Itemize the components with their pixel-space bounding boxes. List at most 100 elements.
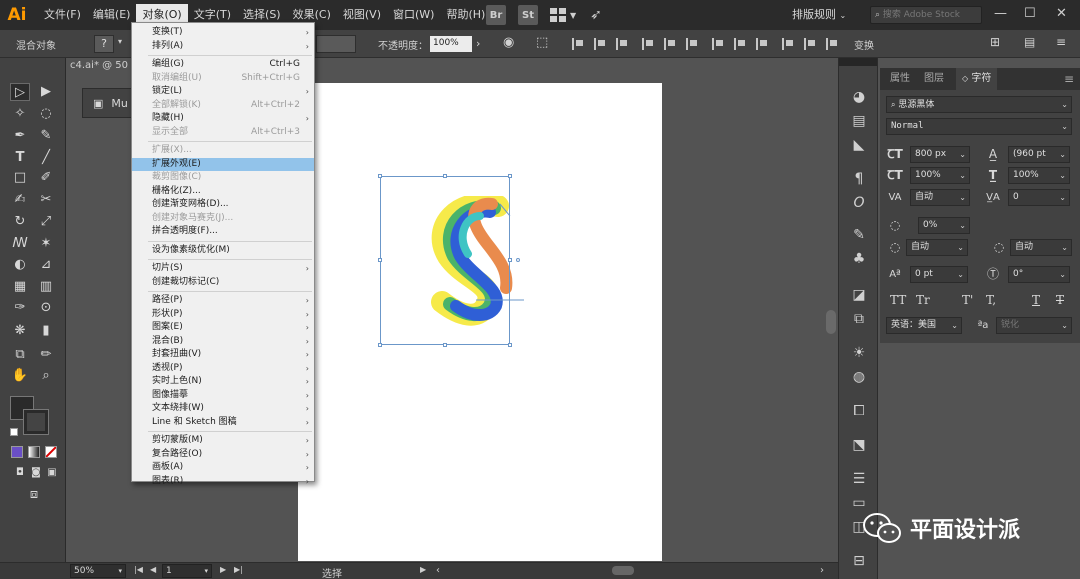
paintbrush-tool-icon[interactable]: ✐ [36,169,56,187]
symbol-sprayer-icon[interactable]: ❋ [10,322,30,340]
menu-option[interactable]: 设为像素级优化(M) [132,244,314,258]
menu-option[interactable]: 图像描摹 › [132,389,314,403]
color-panel-icon[interactable]: ◕ [849,88,869,106]
menu-item[interactable]: 文件(F) [38,4,87,26]
blend-tool-icon[interactable]: ⊙ [36,299,56,317]
align-middle-icon[interactable] [664,38,676,50]
font-family-select[interactable]: ⌕ 思源黑体 ⌄ [886,96,1072,113]
type-tool-icon[interactable]: T [10,149,30,167]
menu-item[interactable]: 视图(V) [337,4,387,26]
scroll-left-icon[interactable]: ‹ [436,565,440,576]
underline-icon[interactable]: T [1032,293,1040,307]
stock-button[interactable]: St [518,5,538,25]
align-panel-icon[interactable]: ☰ [849,470,869,488]
align-center-icon[interactable] [594,38,606,50]
menu-option[interactable]: 拼合透明度(F)... [132,225,314,239]
status-menu-icon[interactable]: ▶ [420,565,426,574]
menu-option[interactable]: 全部解锁(K) Alt+Ctrl+2 [132,99,314,113]
libraries-panel-icon[interactable]: ⧉ [849,310,869,328]
menu-option[interactable]: 剪切蒙版(M) › [132,434,314,448]
distribute-left-icon[interactable] [782,38,794,50]
shape-builder-icon[interactable]: ◐ [10,256,30,274]
bounding-box[interactable] [380,176,510,345]
baseline-shift-input[interactable]: 0 pt ⌄ [910,266,968,283]
menu-option[interactable]: 画板(A) › [132,461,314,475]
chevron-right-icon[interactable]: › [476,37,480,50]
scale-tool-icon[interactable]: ⤢ [36,213,56,231]
panel-icon[interactable]: ▣ [93,97,103,110]
menu-option[interactable]: 复合路径(O) › [132,448,314,462]
menu-option[interactable]: 形状(P) › [132,308,314,322]
subscript-icon[interactable]: T, [986,293,996,307]
distribute-right-icon[interactable] [826,38,838,50]
horizontal-scale-input[interactable]: 100% ⌄ [1008,167,1070,184]
menu-option[interactable]: 实时上色(N) › [132,375,314,389]
superscript-icon[interactable]: T' [962,293,973,307]
vertical-scrollbar[interactable] [826,310,836,334]
all-caps-icon[interactable]: TT [890,293,906,307]
minimize-button[interactable]: — [994,6,1007,21]
rocket-icon[interactable]: ➶ [590,7,602,23]
menu-option[interactable]: 取消编组(U) Shift+Ctrl+G [132,72,314,86]
mesh-tool-icon[interactable]: ▦ [10,278,30,296]
rectangle-tool-icon[interactable]: □ [10,169,30,187]
screen-mode-icon[interactable]: ⧈ [24,486,44,504]
strikethrough-icon[interactable]: T [1056,293,1064,307]
tab-character[interactable]: ◇ 字符 [956,68,998,90]
panel-menu-icon[interactable]: ≡ [1056,35,1066,49]
opacity-input[interactable]: 100% [430,36,472,52]
gradient-tool-icon[interactable]: ▥ [36,278,56,296]
bbox-handle[interactable] [508,343,512,347]
menu-option[interactable]: 变换(T) › [132,26,314,40]
menu-option[interactable]: 路径(P) › [132,294,314,308]
tracking-input[interactable]: 0 ⌄ [1008,189,1070,206]
align-right-icon[interactable] [616,38,628,50]
distribute-middle-icon[interactable] [734,38,746,50]
tab-properties[interactable]: 属性 [884,68,916,90]
scroll-right-icon[interactable]: › [820,565,824,576]
graphic-styles-icon[interactable]: ◪ [849,286,869,304]
menu-option[interactable]: 扩展(X)... [132,144,314,158]
paragraph-panel-icon[interactable]: ¶ [849,170,869,188]
asset-export-icon[interactable]: ⬔ [849,436,869,454]
draw-inside-icon[interactable]: ▣ [42,464,62,482]
artboard-tool-icon[interactable]: ⧉ [10,346,30,364]
workspace-switcher[interactable]: 排版规则 ⌄ [792,6,846,22]
bbox-handle[interactable] [378,343,382,347]
direct-selection-tool-icon[interactable]: ▶ [36,83,56,101]
rotate-tool-icon[interactable]: ↻ [10,213,30,231]
none-mode-icon[interactable] [45,446,57,458]
links-panel-icon[interactable]: ⊟ [849,552,869,570]
maximize-button[interactable]: ☐ [1024,6,1036,21]
font-size-input[interactable]: 800 px ⌄ [910,146,970,163]
align-to-icon[interactable]: ⬚ [536,35,548,50]
hand-tool-icon[interactable]: ✋ [10,367,30,385]
menu-item[interactable]: 帮助(H) [440,4,491,26]
tsume-input[interactable]: 0% ⌄ [918,217,970,234]
artboards-panel-icon[interactable]: ⧠ [849,402,869,420]
document-tab[interactable]: c4.ai* @ 50 [70,60,128,71]
kerning-input[interactable]: 自动 ⌄ [910,189,970,206]
gradient-panel-icon[interactable]: ◣ [849,136,869,154]
bbox-handle[interactable] [508,174,512,178]
appearance-panel-icon[interactable]: ☀ [849,344,869,362]
aki-left-select[interactable]: 自动 ⌄ [906,239,968,256]
bridge-button[interactable]: Br [486,5,506,25]
align-top-icon[interactable] [642,38,654,50]
menu-option[interactable]: 裁剪图像(C) [132,171,314,185]
shaper-tool-icon[interactable]: ✍ [10,191,30,209]
stroke-swatch[interactable] [23,409,49,435]
isolate-icon[interactable]: ⊞ [990,35,1000,49]
distribute-bottom-icon[interactable] [756,38,768,50]
bbox-handle[interactable] [443,174,447,178]
next-artboard-icon[interactable]: ▶ [220,565,226,574]
default-colors-icon[interactable] [10,428,18,436]
chevron-down-icon[interactable]: ▾ [118,37,122,46]
opentype-panel-icon[interactable]: O [849,194,869,212]
menu-option[interactable]: 创建裁切标记(C) [132,276,314,290]
menu-option[interactable]: 排列(A) › [132,40,314,54]
zoom-tool-icon[interactable]: ⌕ [36,367,56,385]
last-artboard-icon[interactable]: ▶| [234,565,243,574]
menu-option[interactable]: 隐藏(H) › [132,112,314,126]
style-swatch[interactable] [316,35,356,53]
